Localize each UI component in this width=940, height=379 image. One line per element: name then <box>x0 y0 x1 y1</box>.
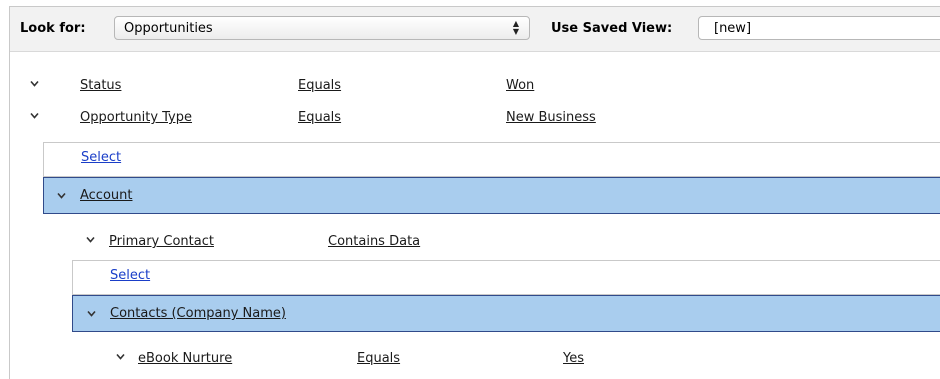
select-link[interactable]: Select <box>110 268 150 283</box>
chevron-down-icon[interactable] <box>116 352 125 361</box>
look-for-label: Look for: <box>20 21 86 36</box>
group-label[interactable]: Contacts (Company Name) <box>110 306 286 321</box>
chevron-down-icon[interactable] <box>30 111 39 120</box>
criteria-row: Primary Contact Contains Data <box>10 226 940 258</box>
criteria-value[interactable]: New Business <box>506 110 596 125</box>
updown-arrows-icon: ▲ ▼ <box>512 19 520 36</box>
group-label[interactable]: Account <box>80 188 133 203</box>
criteria-row: Opportunity Type Equals New Business <box>10 102 940 134</box>
saved-view-label: Use Saved View: <box>551 21 673 36</box>
chevron-down-icon[interactable] <box>57 191 66 200</box>
criteria-field[interactable]: eBook Nurture <box>138 351 232 366</box>
saved-view-select[interactable]: [new] <box>698 16 940 40</box>
chevron-down-icon[interactable] <box>30 79 39 88</box>
criteria-operator[interactable]: Equals <box>357 351 400 366</box>
chevron-down-icon[interactable] <box>87 309 96 318</box>
select-row: Select <box>72 260 940 295</box>
group-row-account[interactable]: Account <box>43 177 940 214</box>
criteria-value[interactable]: Won <box>506 78 534 93</box>
criteria-row: Status Equals Won <box>10 70 940 102</box>
criteria-field[interactable]: Opportunity Type <box>80 110 192 125</box>
criteria-field[interactable]: Primary Contact <box>109 234 214 249</box>
look-for-select[interactable]: Opportunities ▲ ▼ <box>114 16 530 40</box>
criteria-operator[interactable]: Equals <box>298 78 341 93</box>
query-toolbar: Look for: Opportunities ▲ ▼ Use Saved Vie… <box>10 7 940 52</box>
saved-view-value: [new] <box>714 21 752 36</box>
advanced-find-panel: Look for: Opportunities ▲ ▼ Use Saved Vie… <box>9 6 940 379</box>
criteria-operator[interactable]: Contains Data <box>328 234 420 249</box>
chevron-down-icon[interactable] <box>86 235 95 244</box>
group-row-contacts[interactable]: Contacts (Company Name) <box>72 295 940 332</box>
criteria-row: eBook Nurture Equals Yes <box>10 343 940 375</box>
look-for-value: Opportunities <box>124 21 213 36</box>
criteria-operator[interactable]: Equals <box>298 110 341 125</box>
criteria-value[interactable]: Yes <box>563 351 584 366</box>
criteria-field[interactable]: Status <box>80 78 121 93</box>
select-row: Select <box>43 142 940 177</box>
select-link[interactable]: Select <box>81 150 121 165</box>
